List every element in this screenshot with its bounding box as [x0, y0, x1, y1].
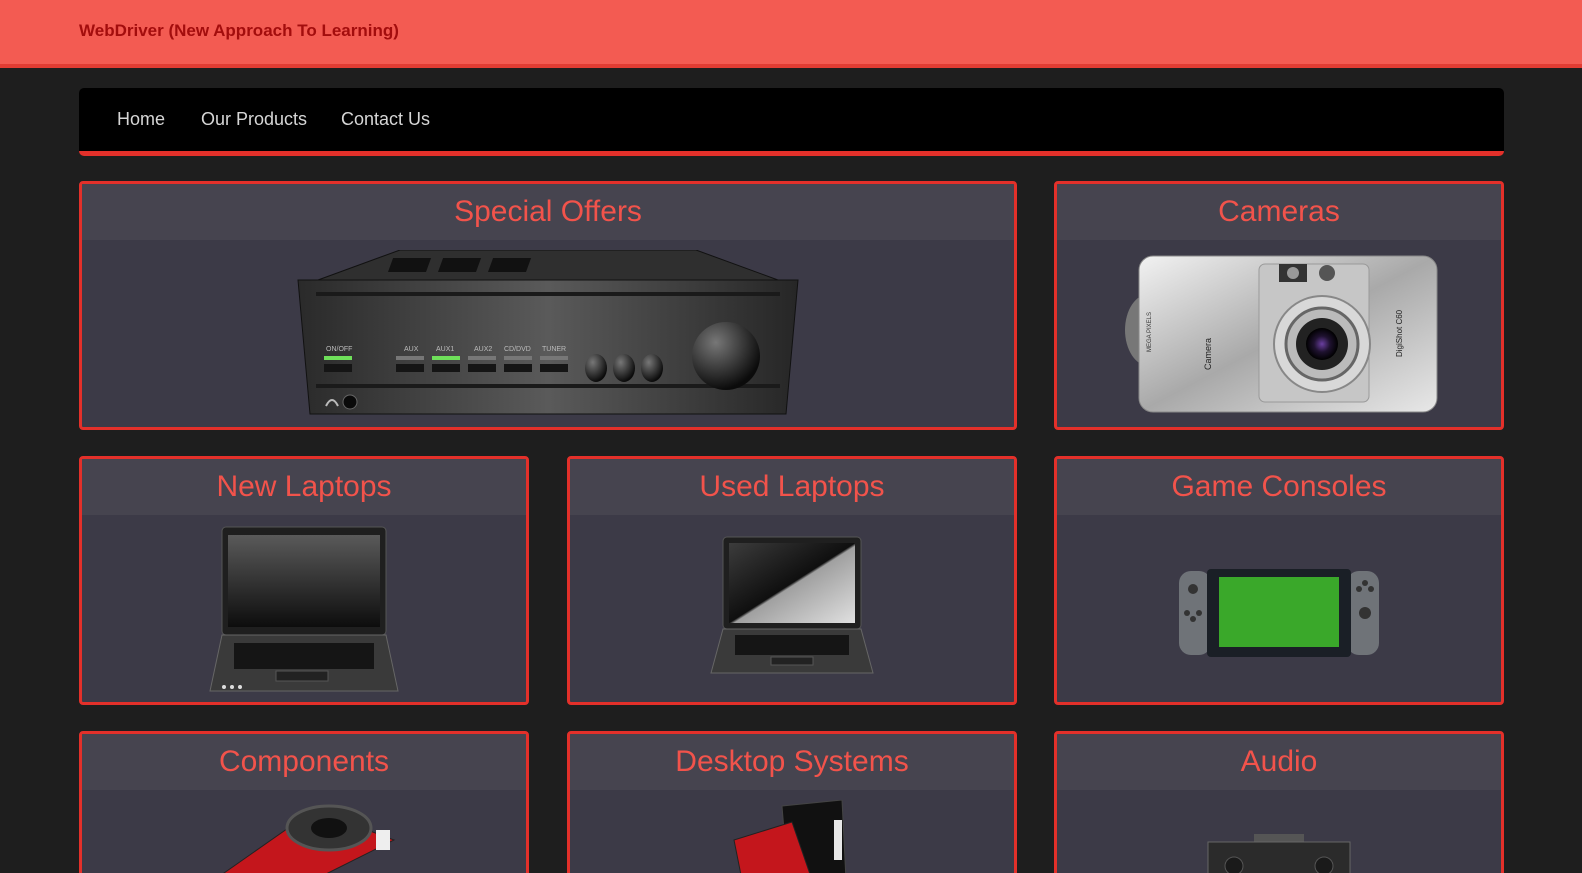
top-banner: WebDriver (New Approach To Learning): [0, 0, 1582, 68]
tile-audio[interactable]: Audio: [1054, 731, 1504, 873]
game-console-image[interactable]: [1057, 569, 1501, 657]
camera-megapixels-text: MEGA PIXELS: [1147, 312, 1153, 352]
tile-header: Cameras: [1057, 184, 1501, 240]
tile-components[interactable]: Components: [79, 731, 529, 873]
tile-header: Components: [82, 734, 526, 790]
amp-label-tuner: TUNER: [542, 346, 566, 353]
tile-header: Special Offers: [82, 184, 1014, 240]
tile-title[interactable]: Game Consoles: [1171, 470, 1386, 504]
tile-header: New Laptops: [82, 459, 526, 515]
camera-image[interactable]: Camera DigiShot C60 MEGA PIXELS: [1057, 252, 1501, 414]
tile-cameras[interactable]: Cameras Camera DigiShot C60 MEGA PIXELS: [1054, 181, 1504, 430]
tile-header: Audio: [1057, 734, 1501, 790]
tile-special-offers[interactable]: Special Offers ON/OFF AUX AUX1 AUX2 CD/D…: [79, 181, 1017, 430]
amplifier-image[interactable]: ON/OFF AUX AUX1 AUX2 CD/DVD TUNER: [82, 250, 1014, 420]
main-navbar: Home Our Products Contact Us: [79, 88, 1504, 156]
nav-our-products-link[interactable]: Our Products: [201, 109, 307, 130]
laptop-image[interactable]: [82, 525, 526, 695]
amp-label-aux2: AUX2: [474, 346, 492, 353]
tile-game-consoles[interactable]: Game Consoles: [1054, 456, 1504, 705]
amp-label-cddvd: CD/DVD: [504, 346, 531, 353]
tile-header: Game Consoles: [1057, 459, 1501, 515]
tile-header: Used Laptops: [570, 459, 1014, 515]
nav-contact-us-link[interactable]: Contact Us: [341, 109, 430, 130]
nav-home-link[interactable]: Home: [117, 109, 165, 130]
brand-title: WebDriver (New Approach To Learning): [79, 21, 399, 40]
tile-title[interactable]: Components: [219, 745, 389, 779]
tile-desktop-systems[interactable]: Desktop Systems: [567, 731, 1017, 873]
amp-label-aux1: AUX1: [436, 346, 454, 353]
graphics-card-image[interactable]: [82, 800, 526, 873]
laptop-image[interactable]: [570, 535, 1014, 677]
tile-title[interactable]: Special Offers: [454, 195, 642, 229]
tile-title[interactable]: Cameras: [1218, 195, 1340, 229]
tile-title[interactable]: Used Laptops: [699, 470, 884, 504]
tile-title[interactable]: Desktop Systems: [675, 745, 908, 779]
tile-header: Desktop Systems: [570, 734, 1014, 790]
camera-brand-text: Camera: [1203, 338, 1213, 370]
amp-label-aux: AUX: [404, 346, 419, 353]
tile-title[interactable]: New Laptops: [216, 470, 391, 504]
desktop-pc-image[interactable]: [570, 800, 1014, 873]
tile-title[interactable]: Audio: [1241, 745, 1318, 779]
camera-model-text: DigiShot C60: [1395, 309, 1404, 357]
stereo-image[interactable]: [1057, 834, 1501, 873]
tile-used-laptops[interactable]: Used Laptops: [567, 456, 1017, 705]
amp-label-onoff: ON/OFF: [326, 346, 352, 353]
tile-new-laptops[interactable]: New Laptops: [79, 456, 529, 705]
